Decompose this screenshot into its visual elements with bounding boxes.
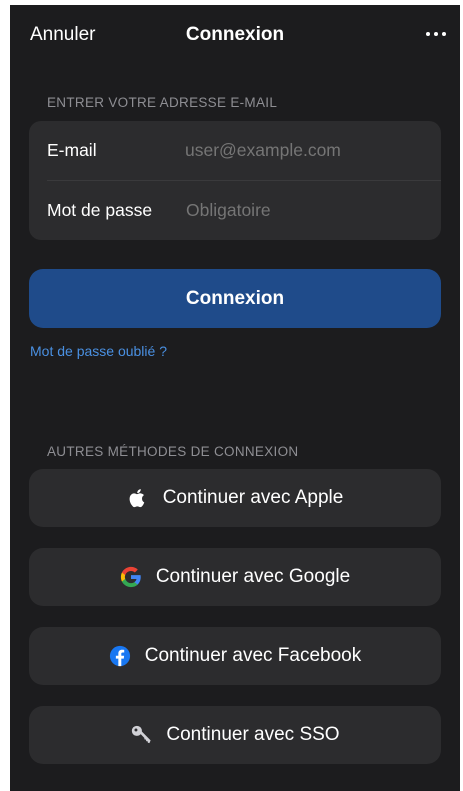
google-icon xyxy=(120,566,142,588)
password-label: Mot de passe xyxy=(47,200,153,220)
facebook-icon xyxy=(109,645,131,667)
forgot-password-link[interactable]: Mot de passe oublié ? xyxy=(30,343,167,359)
sso-login-label: Continuer avec SSO xyxy=(166,724,340,745)
key-icon xyxy=(130,724,152,746)
facebook-login-button[interactable]: Continuer avec Facebook xyxy=(29,627,441,685)
login-form: E-mail Mot de passe xyxy=(29,121,441,240)
email-label: E-mail xyxy=(47,140,97,160)
apple-icon xyxy=(127,487,149,509)
other-methods-label: AUTRES MÉTHODES DE CONNEXION xyxy=(47,444,299,459)
apple-login-label: Continuer avec Apple xyxy=(162,487,344,508)
facebook-login-label: Continuer avec Facebook xyxy=(144,645,362,666)
login-screen: Annuler Connexion ENTRER VOTRE ADRESSE E… xyxy=(10,5,460,791)
login-button[interactable]: Connexion xyxy=(29,269,441,328)
nav-header: Annuler Connexion xyxy=(10,5,460,63)
sso-login-button[interactable]: Continuer avec SSO xyxy=(29,706,441,764)
password-row: Mot de passe xyxy=(29,181,441,240)
email-row: E-mail xyxy=(29,121,441,180)
apple-login-button[interactable]: Continuer avec Apple xyxy=(29,469,441,527)
google-login-button[interactable]: Continuer avec Google xyxy=(29,548,441,606)
google-login-label: Continuer avec Google xyxy=(155,566,351,587)
page-title: Connexion xyxy=(185,24,285,45)
ellipsis-icon[interactable] xyxy=(426,27,446,39)
login-button-label: Connexion xyxy=(185,288,285,309)
email-section-label: ENTRER VOTRE ADRESSE E-MAIL xyxy=(47,95,278,110)
email-field[interactable] xyxy=(185,140,425,161)
password-field[interactable] xyxy=(186,200,426,221)
